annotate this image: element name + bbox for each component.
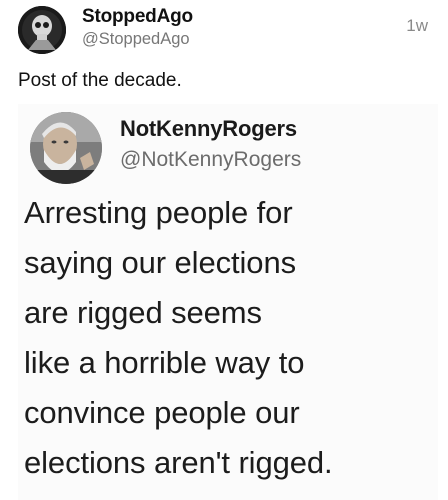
author-avatar[interactable] (18, 6, 66, 54)
embedded-author-avatar (30, 112, 102, 184)
embedded-author-handle: @NotKennyRogers (120, 148, 302, 171)
embedded-text-line: Arresting people for (24, 195, 293, 230)
author-handle[interactable]: @StoppedAgo (82, 30, 190, 49)
embedded-text-line: like a horrible way to (24, 345, 305, 380)
embedded-post-text: Arresting people for saying our election… (24, 188, 436, 488)
embedded-text-line: convince people our (24, 395, 300, 430)
post-text: Post of the decade. (18, 70, 182, 91)
embedded-text-line: are rigged seems (24, 295, 262, 330)
skull-avatar-icon (18, 6, 66, 54)
embedded-text-line: saying our elections (24, 245, 296, 280)
bearded-man-avatar-icon (30, 112, 102, 184)
author-name[interactable]: StoppedAgo (82, 6, 193, 28)
embedded-text-line: elections aren't rigged. (24, 445, 333, 480)
embedded-post-image[interactable]: NotKennyRogers @NotKennyRogers Arresting… (18, 104, 438, 500)
embedded-author-name: NotKennyRogers (120, 116, 297, 141)
post-timestamp[interactable]: 1w (406, 16, 428, 36)
post-card: StoppedAgo @StoppedAgo 1w Post of the de… (0, 0, 448, 500)
